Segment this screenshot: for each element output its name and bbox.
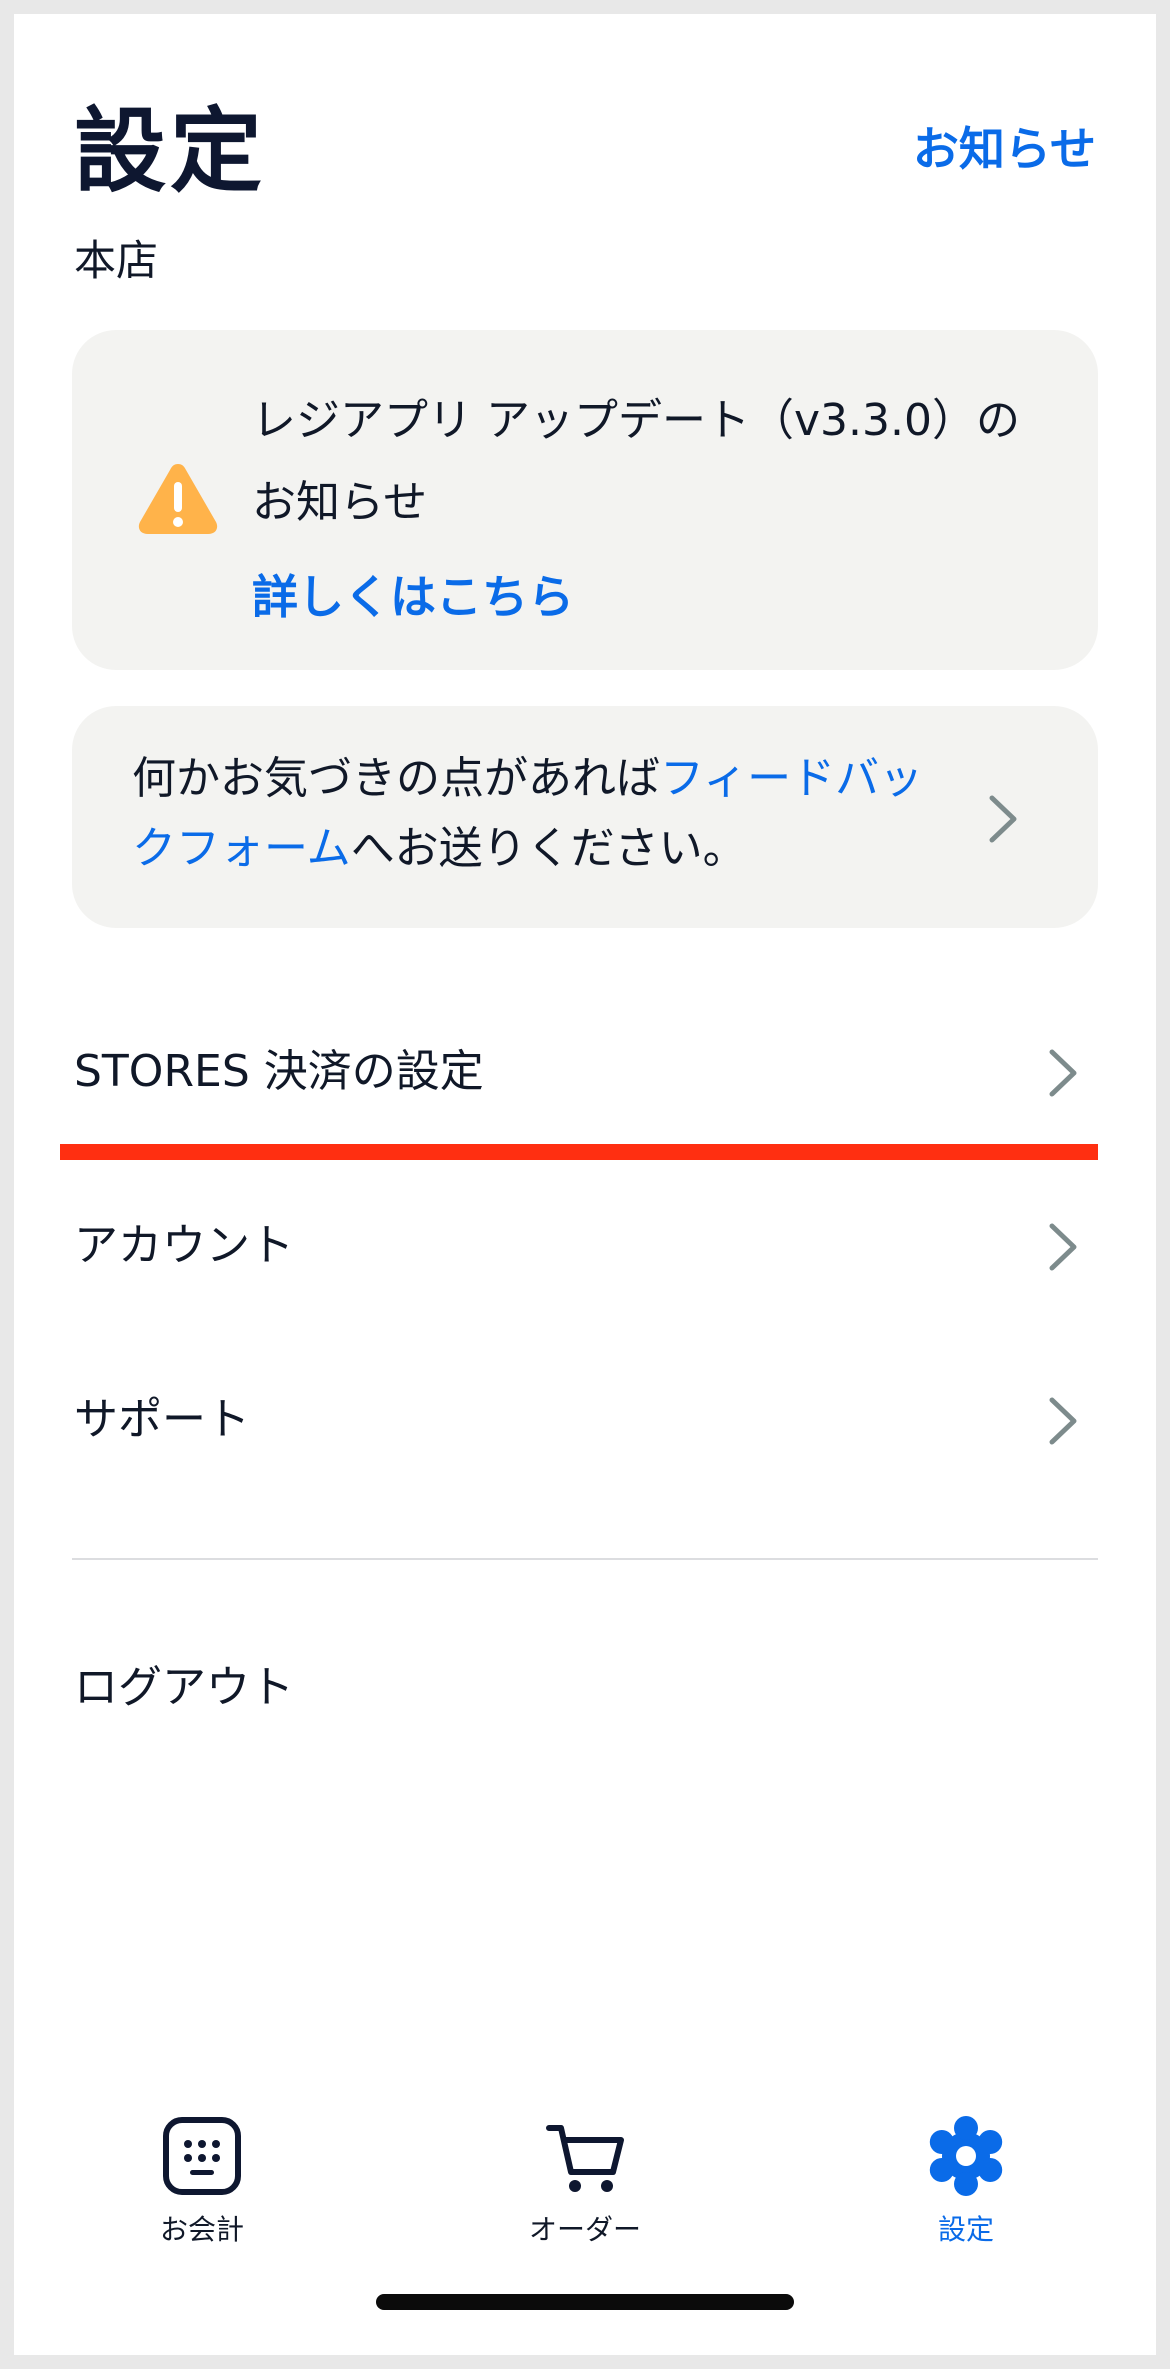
menu-item-account[interactable]: アカウント bbox=[72, 1186, 1098, 1306]
update-notice-text: レジアプリ アップデート（v3.3.0）のお知らせ bbox=[252, 395, 1020, 528]
menu-item-stores-payment[interactable]: STORES 決済の設定 bbox=[72, 1012, 1098, 1132]
menu-item-support[interactable]: サポート bbox=[72, 1360, 1098, 1480]
section-divider bbox=[72, 1558, 1098, 1560]
feedback-text: 何かお気づきの点があればフィードバックフォームへお送りください。 bbox=[132, 744, 962, 884]
chevron-right-icon bbox=[1049, 1397, 1077, 1445]
settings-screen: 設定 お知らせ 本店 レジアプリ アップデート（v3.3.0）のお知らせ 詳しく… bbox=[14, 14, 1156, 2355]
gear-icon bbox=[929, 2116, 1003, 2196]
feedback-text-before: 何かお気づきの点があれば bbox=[132, 753, 660, 804]
update-detail-link[interactable]: 詳しくはこちら bbox=[252, 556, 574, 638]
menu-item-label: アカウント bbox=[74, 1220, 294, 1271]
feedback-text-after: へお送りください。 bbox=[350, 823, 747, 874]
notifications-link[interactable]: お知らせ bbox=[913, 126, 1096, 172]
chevron-right-icon bbox=[1049, 1049, 1077, 1097]
highlight-underline bbox=[60, 1144, 1098, 1160]
chevron-right-icon bbox=[989, 795, 1017, 843]
tab-label: オーダー bbox=[528, 2213, 641, 2246]
home-indicator bbox=[376, 2294, 794, 2310]
warning-icon bbox=[138, 464, 218, 534]
page-title: 設定 bbox=[74, 98, 267, 205]
tab-checkout[interactable]: お会計 bbox=[82, 2114, 322, 2264]
tab-label: 設定 bbox=[937, 2213, 994, 2246]
cart-icon bbox=[546, 2125, 624, 2192]
logout-button[interactable]: ログアウト bbox=[72, 1628, 1098, 1748]
register-icon bbox=[163, 2117, 241, 2195]
logout-label: ログアウト bbox=[74, 1662, 294, 1713]
tab-label: お会計 bbox=[159, 2213, 244, 2246]
menu-item-label: STORES 決済の設定 bbox=[74, 1046, 484, 1097]
update-notice-card: レジアプリ アップデート（v3.3.0）のお知らせ 詳しくはこちら bbox=[72, 330, 1098, 670]
tab-bar: お会計 オーダー 設定 bbox=[14, 2114, 1156, 2274]
chevron-right-icon bbox=[1049, 1223, 1077, 1271]
feedback-card[interactable]: 何かお気づきの点があればフィードバックフォームへお送りください。 bbox=[72, 706, 1098, 928]
tab-order[interactable]: オーダー bbox=[465, 2114, 705, 2264]
store-name: 本店 bbox=[74, 236, 159, 285]
menu-item-label: サポート bbox=[74, 1394, 250, 1445]
tab-settings[interactable]: 設定 bbox=[846, 2114, 1086, 2264]
